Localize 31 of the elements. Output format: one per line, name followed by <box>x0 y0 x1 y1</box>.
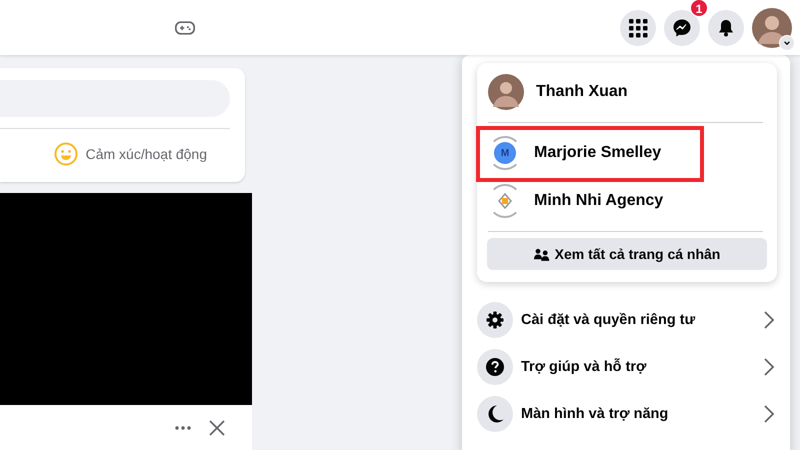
menu-item[interactable]: Màn hình và trợ năng <box>477 390 777 437</box>
feeling-activity-button[interactable]: Cảm xúc/hoạt động <box>86 146 207 162</box>
game-controller-icon[interactable] <box>175 20 195 34</box>
chevron-right-icon <box>763 404 775 424</box>
settings-icon <box>485 310 505 330</box>
more-options-icon[interactable] <box>175 426 191 430</box>
chevron-right-icon <box>763 356 775 376</box>
notifications-button[interactable] <box>708 10 744 46</box>
menu-item[interactable]: Cài đặt và quyền riêng tư <box>477 296 777 343</box>
account-avatar[interactable] <box>752 8 792 48</box>
people-icon <box>534 248 550 260</box>
grid-icon <box>628 18 648 38</box>
profile-item[interactable]: M Marjorie Smelley <box>487 129 767 177</box>
profile-name: Marjorie Smelley <box>534 144 662 162</box>
initial-avatar: M <box>494 142 516 164</box>
caret-icon[interactable] <box>779 34 795 50</box>
notification-badge: 1 <box>690 0 708 16</box>
menu-grid-button[interactable] <box>620 10 656 46</box>
profile-item[interactable]: Thanh Xuan <box>487 68 767 116</box>
see-all-profiles-button[interactable]: Xem tất cả trang cá nhân <box>487 238 767 270</box>
bell-icon <box>716 18 736 38</box>
close-icon[interactable] <box>209 420 225 436</box>
smiley-icon <box>54 142 78 166</box>
help-icon <box>485 356 505 376</box>
chevron-right-icon <box>763 310 775 330</box>
profile-name: Thanh Xuan <box>536 83 628 101</box>
avatar <box>488 74 524 110</box>
profile-name: Minh Nhi Agency <box>534 192 664 210</box>
chat-bubble-icon <box>672 18 692 38</box>
profile-item[interactable]: Minh Nhi Agency <box>487 177 767 225</box>
menu-item[interactable]: Trợ giúp và hỗ trợ <box>477 343 777 390</box>
